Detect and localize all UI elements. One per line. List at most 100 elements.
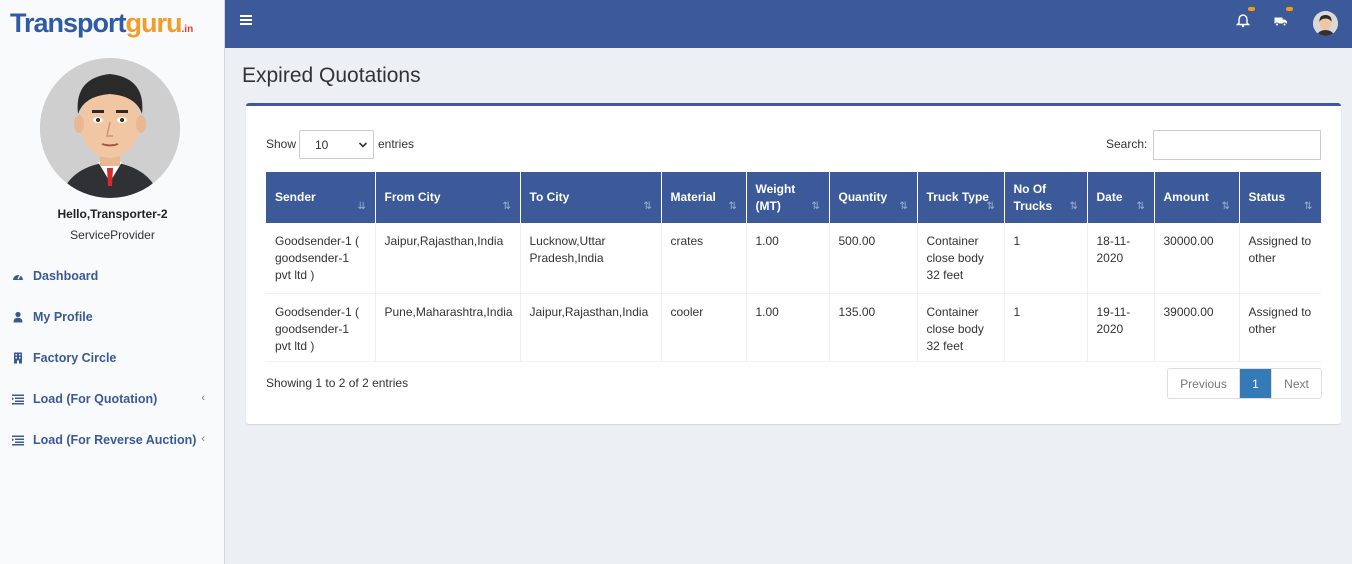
column-header-from-city[interactable]: From City ⇅ [375,172,521,223]
sort-icon: ⇅ [502,201,511,212]
chevron-left-icon: ‹ [201,392,205,404]
sidebar-menu: Dashboard My Profile Factory Circle Load… [0,255,225,460]
table-cell: 500.00 [829,223,918,294]
sort-icon: ⇅ [728,201,737,212]
user-greeting: Hello,Transporter-2 [57,207,168,221]
column-header-label: Status [1248,190,1286,204]
sidebar-item-label: Load (For Quotation) [33,391,158,406]
column-header-label: Date [1096,190,1123,204]
column-header-no-of-trucks[interactable]: No Of Trucks ⇅ [1004,172,1088,223]
sidebar-item-dashboard[interactable]: Dashboard [0,255,225,296]
entries-select-value: 10 [315,138,329,152]
sort-icon: ⇅ [1221,201,1230,212]
column-header-label: To City [529,190,570,204]
user-role: ServiceProvider [70,228,155,242]
column-header-label: Sender [275,190,316,204]
column-header-label: Amount [1163,190,1209,204]
table-cell: Container close body 32 feet [917,223,1005,294]
column-header-sender[interactable]: Sender ⇊ [266,172,376,223]
search-label: Search: [1106,137,1148,151]
sidebar-item-factory-circle[interactable]: Factory Circle [0,337,225,378]
column-header-to-city[interactable]: To City ⇅ [520,172,662,223]
column-header-label: From City [384,190,441,204]
next-page-button[interactable]: Next [1271,369,1321,398]
user-avatar-large [40,58,180,198]
table-cell: 39000.00 [1154,293,1240,362]
notification-dot [1248,7,1255,11]
building-icon [12,352,24,364]
chevron-down-icon [358,139,368,153]
column-header-date[interactable]: Date ⇅ [1087,172,1155,223]
sort-icon: ⇊ [357,201,366,212]
quotations-box: Show 10 entries Search: Sender ⇊ From Cit… [246,103,1341,424]
table-cell: 1 [1004,223,1088,294]
sort-icon: ⇅ [1136,201,1145,212]
sidebar: Transportguru.in Hello,Transporter-2 Ser… [0,0,225,564]
sort-icon: ⇅ [811,201,820,212]
dashboard-icon [12,270,24,282]
table-cell: 1 [1004,293,1088,362]
table-cell: Lucknow,Uttar Pradesh,India [520,223,662,294]
page-1-button[interactable]: 1 [1240,369,1271,398]
column-header-label: No Of Trucks [1013,181,1053,213]
column-header-label: Truck Type [926,190,989,204]
menu-toggle-icon[interactable] [240,15,252,27]
table-cell: Pune,Maharashtra,India [375,293,521,362]
sort-icon: ⇅ [643,201,652,212]
top-navbar [225,0,1352,48]
column-header-material[interactable]: Material ⇅ [661,172,747,223]
table-cell: crates [661,223,747,294]
chevron-left-icon: ‹ [201,433,205,445]
previous-page-button[interactable]: Previous [1168,369,1240,398]
pagination: Previous 1 Next [1167,368,1322,399]
column-header-label: Quantity [838,190,888,204]
sidebar-item-label: Dashboard [33,268,99,283]
table-cell: Goodsender-1 ( goodsender-1 pvt ltd ) [266,293,376,362]
column-header-label: Material [670,190,716,204]
table-cell: Jaipur,Rajasthan,India [520,293,662,362]
column-header-quantity[interactable]: Quantity ⇅ [829,172,918,223]
sort-icon: ⇅ [1069,201,1078,212]
table-cell: Assigned to other [1239,223,1321,294]
notification-dot [1286,7,1293,11]
sort-icon: ⇅ [1304,201,1313,212]
table-cell: Assigned to other [1239,293,1321,362]
sort-icon: ⇅ [986,201,995,212]
table-row: Goodsender-1 ( goodsender-1 pvt ltd ) Pu… [266,293,1321,362]
bell-icon[interactable] [1235,7,1255,30]
sidebar-item-my-profile[interactable]: My Profile [0,296,225,337]
column-header-amount[interactable]: Amount ⇅ [1154,172,1240,223]
table-cell: 30000.00 [1154,223,1240,294]
table-cell: Goodsender-1 ( goodsender-1 pvt ltd ) [266,223,376,294]
user-avatar[interactable] [1313,11,1338,36]
table-cell: Jaipur,Rajasthan,India [375,223,521,294]
list-icon [12,434,24,446]
table-cell: cooler [661,293,747,362]
table-cell: 18-11-2020 [1087,223,1155,294]
table-row: Goodsender-1 ( goodsender-1 pvt ltd ) Ja… [266,223,1321,294]
sidebar-item-load-quotation[interactable]: Load (For Quotation) ‹ [0,378,225,419]
user-icon [12,311,24,323]
quotations-table: Sender ⇊ From City ⇅ To City ⇅ Material ⇅ We… [266,172,1321,362]
brand-logo[interactable]: Transportguru.in [10,8,193,42]
show-label: Show [266,137,297,151]
table-cell: 19-11-2020 [1087,293,1155,362]
sidebar-item-label: Load (For Reverse Auction) [33,432,197,447]
sidebar-item-load-reverse-auction[interactable]: Load (For Reverse Auction) ‹ [0,419,225,460]
sidebar-item-label: Factory Circle [33,350,117,365]
table-header-row: Sender ⇊ From City ⇅ To City ⇅ Material ⇅ We… [266,172,1321,223]
table-cell: 1.00 [746,223,830,294]
column-header-truck-type[interactable]: Truck Type ⇅ [917,172,1005,223]
entries-select[interactable]: 10 [299,130,374,159]
entries-label: entries [378,137,415,151]
column-header-weight[interactable]: Weight (MT) ⇅ [746,172,830,223]
search-input[interactable] [1153,130,1321,160]
sidebar-item-label: My Profile [33,309,93,324]
column-header-status[interactable]: Status ⇅ [1239,172,1321,223]
table-cell: 135.00 [829,293,918,362]
list-icon [12,393,24,405]
page-title: Expired Quotations [242,64,421,87]
truck-icon[interactable] [1274,7,1293,30]
sort-icon: ⇅ [899,201,908,212]
column-header-label: Weight (MT) [755,181,796,213]
